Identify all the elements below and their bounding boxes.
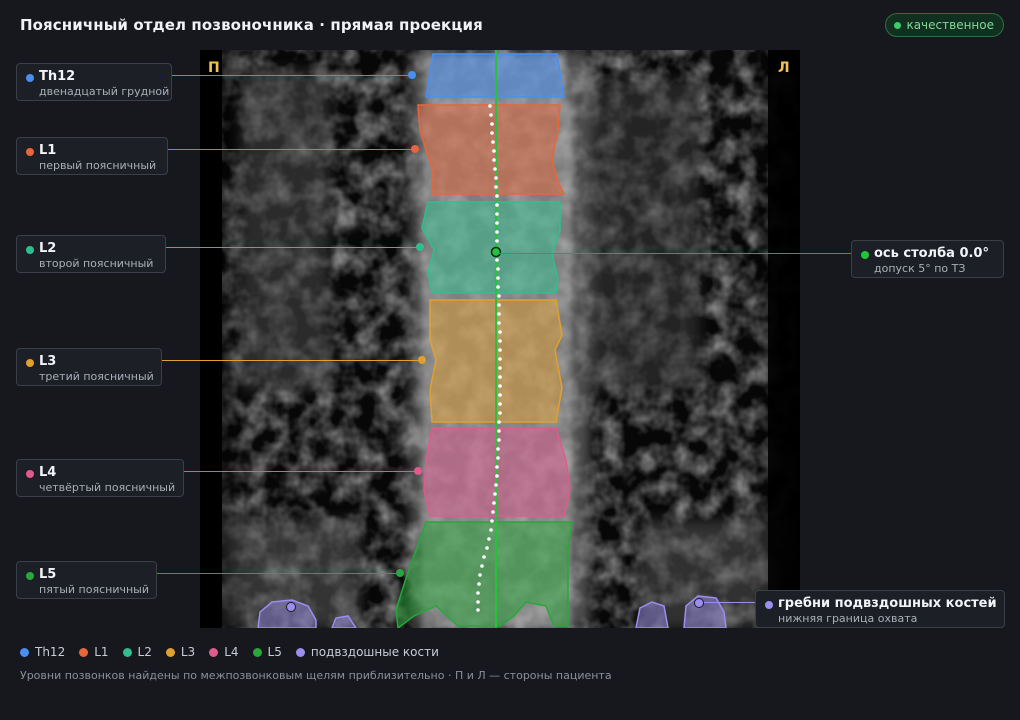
label-iliac-name: гребни подвздошных костей <box>778 596 997 611</box>
label-iliac-description: нижняя граница охвата <box>778 612 918 625</box>
label-l4-description: четвёртый поясничный <box>39 481 176 494</box>
label-l5-name: L5 <box>39 567 57 582</box>
xray-image: П Л <box>200 50 800 628</box>
legend-item-l1[interactable]: L1 <box>79 645 109 659</box>
anchor-l4[interactable] <box>414 467 422 475</box>
legend-l4-swatch-icon <box>209 647 219 657</box>
connector-l4 <box>184 471 418 472</box>
l5-dot-icon <box>26 572 34 580</box>
label-l2-name: L2 <box>39 241 57 256</box>
connector-l1 <box>168 149 415 150</box>
label-l3-name: L3 <box>39 354 57 369</box>
label-l1[interactable]: L1 первый поясничный <box>16 137 168 175</box>
page-title: Поясничный отдел позвоночника · прямая п… <box>20 16 483 34</box>
legend-l2-label: L2 <box>137 645 152 659</box>
label-axis-name: ось столба 0.0° <box>874 246 989 261</box>
legend-l5-label: L5 <box>267 645 282 659</box>
legend-l3-label: L3 <box>180 645 196 659</box>
l3-dot-icon <box>26 359 34 367</box>
anchor-iliac-left[interactable] <box>286 602 296 612</box>
legend-item-l4[interactable]: L4 <box>209 645 239 659</box>
legend-th12-swatch-icon <box>20 647 29 657</box>
legend-l1-label: L1 <box>94 645 109 659</box>
label-l1-name: L1 <box>39 143 57 158</box>
anchor-l2[interactable] <box>416 243 424 251</box>
label-l5-description: пятый поясничный <box>39 583 149 596</box>
label-th12-description: двенадцатый грудной <box>39 85 170 98</box>
label-l4-name: L4 <box>39 465 57 480</box>
anchor-th12[interactable] <box>408 71 416 79</box>
axis-dot-icon <box>861 251 869 259</box>
iliac-dot-icon <box>765 601 773 609</box>
right-side-marker: П <box>208 60 220 76</box>
label-l2-description: второй поясничный <box>39 257 154 270</box>
anchor-iliac-right[interactable] <box>694 598 704 608</box>
l2-dot-icon <box>26 246 34 254</box>
legend-iliac-label: подвздошные кости <box>310 645 439 659</box>
legend-l1-swatch-icon <box>79 647 89 657</box>
xray-viewport[interactable]: П Л <box>200 50 800 628</box>
anchor-l5[interactable] <box>396 569 404 577</box>
l4-dot-icon <box>26 470 34 478</box>
anchor-l1[interactable] <box>411 145 419 153</box>
label-l2[interactable]: L2 второй поясничный <box>16 235 166 273</box>
left-side-marker: Л <box>778 60 790 76</box>
label-l4[interactable]: L4 четвёртый поясничный <box>16 459 184 497</box>
quality-badge-label: качественное <box>906 18 994 32</box>
legend-item-l5[interactable]: L5 <box>252 645 282 659</box>
label-th12[interactable]: Th12 двенадцатый грудной <box>16 63 172 101</box>
legend-th12-label: Th12 <box>35 645 66 659</box>
connector-l5 <box>157 573 400 574</box>
legend-iliac-swatch-icon <box>295 647 305 657</box>
footnote: Уровни позвонков найдены по межпозвонков… <box>20 669 612 682</box>
legend-l5-swatch-icon <box>252 647 262 657</box>
legend-item-iliac[interactable]: подвздошные кости <box>295 645 439 659</box>
anchor-l3[interactable] <box>418 356 426 364</box>
th12-dot-icon <box>26 74 34 82</box>
legend-item-l2[interactable]: L2 <box>122 645 152 659</box>
l1-dot-icon <box>26 148 34 156</box>
legend: Th12 L1 L2 L3 L4 L5 подвздошные кости <box>20 645 439 659</box>
legend-item-l3[interactable]: L3 <box>165 645 196 659</box>
legend-l3-swatch-icon <box>165 647 175 657</box>
label-th12-name: Th12 <box>39 69 76 84</box>
label-l1-description: первый поясничный <box>39 159 157 172</box>
quality-badge: качественное <box>885 13 1004 37</box>
label-axis[interactable]: ось столба 0.0° допуск 5° по ТЗ <box>851 240 1004 278</box>
label-axis-description: допуск 5° по ТЗ <box>874 262 966 275</box>
legend-item-th12[interactable]: Th12 <box>20 645 65 659</box>
label-l3-description: третий поясничный <box>39 370 154 383</box>
legend-l4-label: L4 <box>224 645 239 659</box>
connector-axis <box>498 253 852 254</box>
label-iliac[interactable]: гребни подвздошных костей нижняя граница… <box>755 590 1005 628</box>
label-l5[interactable]: L5 пятый поясничный <box>16 561 157 599</box>
label-l3[interactable]: L3 третий поясничный <box>16 348 162 386</box>
connector-th12 <box>172 75 412 76</box>
connector-iliac <box>704 602 756 603</box>
connector-l2 <box>166 247 420 248</box>
status-dot-icon <box>894 21 902 29</box>
connector-l3 <box>162 360 422 361</box>
legend-l2-swatch-icon <box>122 647 132 657</box>
